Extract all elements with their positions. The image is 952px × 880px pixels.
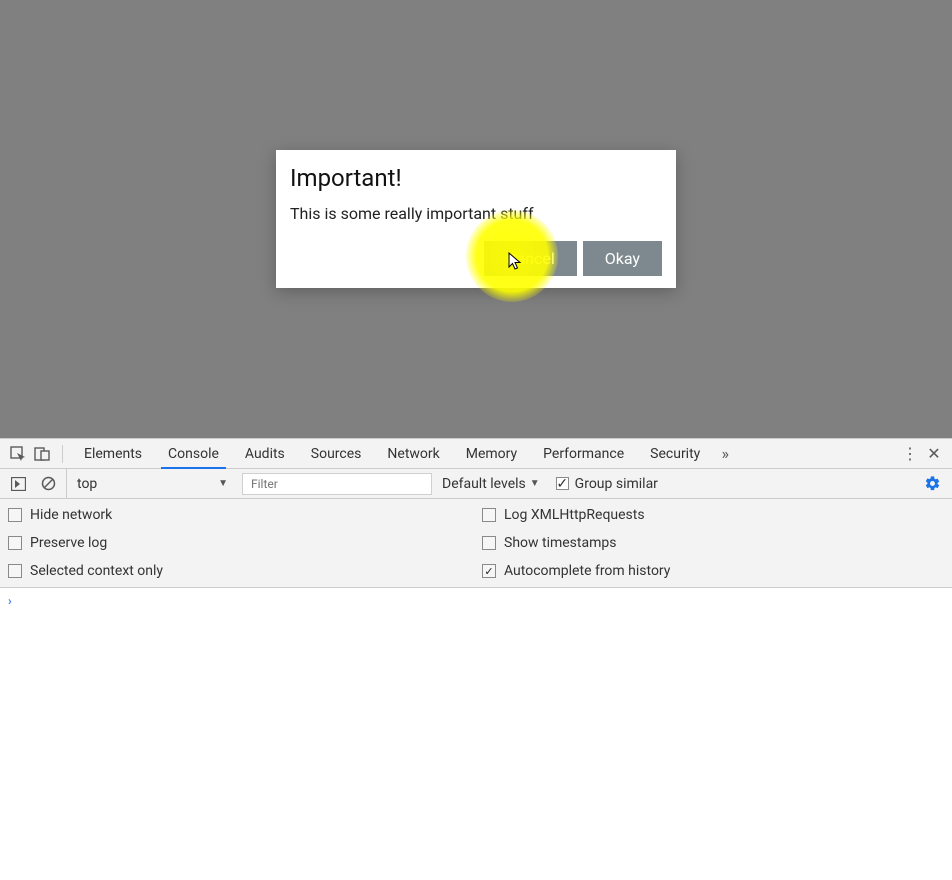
hide-network-label: Hide network — [30, 507, 112, 523]
autocomplete-history-label: Autocomplete from history — [504, 563, 670, 579]
clear-console-icon[interactable] — [36, 472, 60, 496]
console-prompt-icon: › — [8, 594, 12, 608]
tab-audits[interactable]: Audits — [232, 439, 298, 468]
tab-performance[interactable]: Performance — [530, 439, 637, 468]
dialog-title: Important! — [290, 164, 662, 192]
preserve-log-checkbox[interactable]: Preserve log — [2, 535, 476, 551]
log-levels-selector[interactable]: Default levels ▼ — [438, 476, 544, 492]
cancel-button[interactable]: Cancel — [484, 241, 577, 276]
close-devtools-icon[interactable]: ✕ — [922, 442, 946, 466]
console-settings-icon[interactable] — [918, 472, 946, 496]
devtools-panel: Elements Console Audits Sources Network … — [0, 438, 952, 880]
okay-button[interactable]: Okay — [583, 241, 662, 276]
console-output[interactable]: › — [0, 588, 952, 880]
log-xhr-label: Log XMLHttpRequests — [504, 507, 645, 523]
preserve-log-label: Preserve log — [30, 535, 107, 551]
selected-context-label: Selected context only — [30, 563, 163, 579]
checkbox-icon: ✓ — [556, 477, 569, 490]
checkbox-icon — [8, 564, 22, 578]
checkbox-icon — [8, 508, 22, 522]
console-toolbar: top ▼ Default levels ▼ ✓ Group similar — [0, 469, 952, 499]
tab-elements[interactable]: Elements — [71, 439, 155, 468]
tab-list: Elements Console Audits Sources Network … — [71, 439, 713, 468]
selected-context-checkbox[interactable]: Selected context only — [2, 563, 476, 579]
device-toolbar-icon[interactable] — [30, 442, 54, 466]
tab-memory[interactable]: Memory — [453, 439, 530, 468]
dialog-body-text: This is some really important stuff — [290, 204, 662, 223]
show-timestamps-label: Show timestamps — [504, 535, 616, 551]
group-similar-checkbox[interactable]: ✓ Group similar — [550, 476, 664, 492]
kebab-menu-icon[interactable]: ⋮ — [898, 442, 922, 466]
console-settings-panel: Hide network Preserve log Selected conte… — [0, 499, 952, 588]
group-similar-label: Group similar — [575, 476, 658, 492]
inspect-element-icon[interactable] — [6, 442, 30, 466]
tab-console[interactable]: Console — [155, 439, 232, 468]
context-selector[interactable]: top ▼ — [66, 469, 236, 498]
dialog-button-row: Cancel Okay — [290, 241, 662, 276]
log-xhr-checkbox[interactable]: Log XMLHttpRequests — [476, 507, 950, 523]
tab-sources[interactable]: Sources — [298, 439, 375, 468]
settings-col-right: Log XMLHttpRequests Show timestamps Auto… — [476, 507, 950, 579]
devtools-tabbar: Elements Console Audits Sources Network … — [0, 439, 952, 469]
checkbox-icon — [482, 536, 496, 550]
separator — [62, 445, 63, 463]
tab-network[interactable]: Network — [374, 439, 452, 468]
overflow-tabs-icon[interactable]: » — [713, 442, 737, 466]
sidebar-toggle-icon[interactable] — [6, 472, 30, 496]
checkbox-icon — [482, 508, 496, 522]
modal-dialog: Important! This is some really important… — [276, 150, 676, 288]
chevron-down-icon: ▼ — [218, 478, 228, 489]
settings-col-left: Hide network Preserve log Selected conte… — [2, 507, 476, 579]
log-levels-label: Default levels — [442, 476, 526, 492]
chevron-down-icon: ▼ — [530, 478, 540, 489]
autocomplete-history-checkbox[interactable]: Autocomplete from history — [476, 563, 950, 579]
tab-security[interactable]: Security — [637, 439, 713, 468]
hide-network-checkbox[interactable]: Hide network — [2, 507, 476, 523]
context-selector-value: top — [77, 476, 97, 492]
checkbox-icon — [482, 564, 496, 578]
show-timestamps-checkbox[interactable]: Show timestamps — [476, 535, 950, 551]
page-viewport: Important! This is some really important… — [0, 0, 952, 438]
checkbox-icon — [8, 536, 22, 550]
filter-input[interactable] — [242, 473, 432, 495]
